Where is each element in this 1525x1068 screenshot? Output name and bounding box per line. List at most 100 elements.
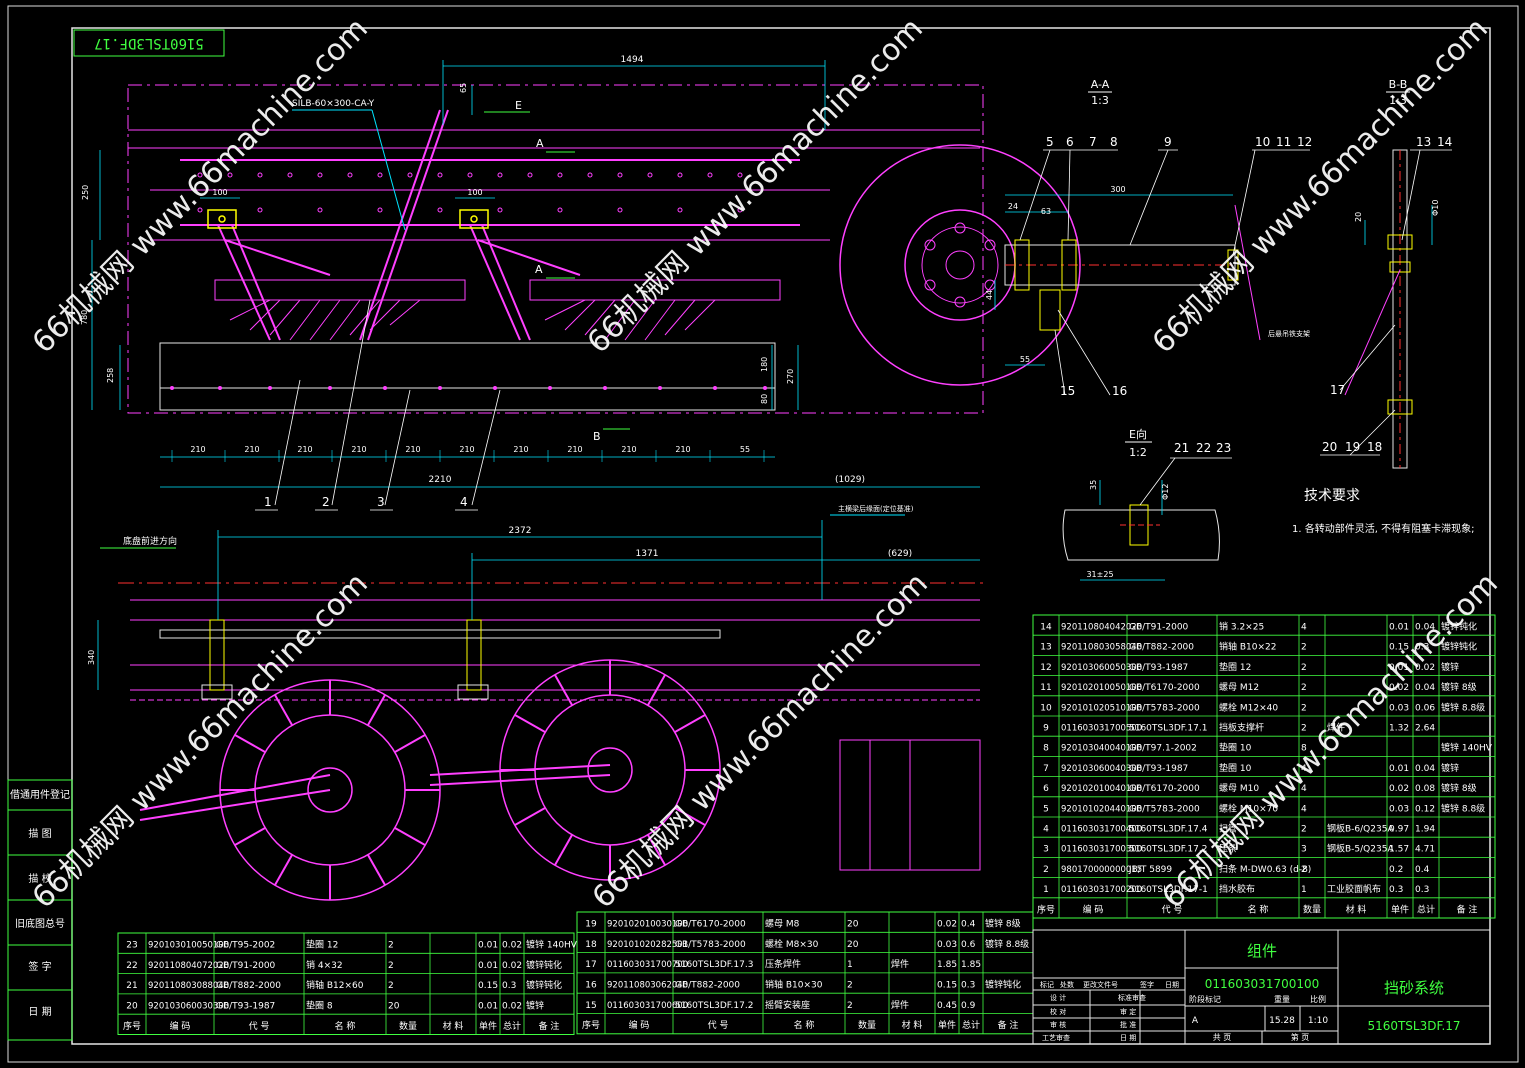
dim-210-6: 210 (459, 445, 474, 454)
tb-stage-hdr-3: 比例 (1310, 994, 1326, 1004)
bom-header: 总计 (503, 1020, 521, 1032)
bom-cell: 摇臂安装座 (765, 999, 810, 1011)
tech-title: 技术要求 (1304, 488, 1360, 504)
dim-210-8: 210 (567, 445, 582, 454)
callout-19: 19 (1345, 440, 1360, 454)
bom-cell: 1.94 (1415, 825, 1435, 835)
bom-cell: 8 (1043, 744, 1049, 754)
dim-300: 300 (1110, 185, 1125, 194)
callout-4: 4 (460, 495, 468, 509)
dim-20: 20 (1354, 212, 1363, 222)
bom-cell: 垫圈 12 (1219, 661, 1251, 673)
drawing-frame (71, 27, 1491, 1045)
bom-header: 备 注 (539, 1020, 560, 1032)
tb-weight: 15.28 (1269, 1016, 1295, 1026)
bom-header: 代 号 (249, 1021, 270, 1032)
callout-2: 2 (322, 495, 330, 509)
dim-210-1: 210 (190, 445, 205, 454)
tb-sign2-3: 批 准 (1120, 1020, 1136, 1029)
bom-cell: 0.3 (1415, 643, 1429, 653)
dim-44: 44 (985, 290, 994, 300)
callout-5: 5 (1046, 135, 1054, 149)
bom-cell: 0.45 (937, 1001, 957, 1011)
bom-cell: 0.3 (502, 981, 516, 991)
bom-cell: 销轴 B10×22 (1219, 641, 1276, 653)
bom-cell: 0.2 (1389, 865, 1403, 875)
tb-rev-3: 更改文件号 (1083, 980, 1118, 989)
bom-cell: 0.01 (1389, 663, 1409, 673)
bom-cell: 0.3 (1415, 885, 1429, 895)
bom-cell: 13 (1040, 643, 1051, 653)
bom-cell: GB/T93-1987 (1129, 663, 1188, 673)
bom-cell: 1.85 (937, 960, 957, 970)
bom-cell: 镀锌 8.8级 (1441, 802, 1485, 814)
bom-cell: 工业胶面帆布 (1327, 883, 1381, 895)
bom-cell: 焊件 (1327, 722, 1345, 734)
tb-sign-1: 设 计 (1050, 993, 1066, 1002)
tb-sign-2: 校 对 (1050, 1007, 1066, 1016)
rear-wheel (839, 144, 1081, 386)
bom-cell: 3 (1301, 845, 1307, 855)
bom-header: 备 注 (998, 1019, 1019, 1031)
bom-cell: 0.01 (1389, 623, 1409, 633)
dim-210-7: 210 (513, 445, 528, 454)
e-scale: 1:2 (1129, 446, 1147, 459)
bom-cell: 焊件 (891, 999, 909, 1011)
tb-rev-4: 签字 (1140, 980, 1154, 989)
bom-cell: 3 (1043, 845, 1049, 855)
callout-11: 11 (1276, 135, 1291, 149)
bom-cell: 0.15 (937, 981, 957, 991)
bom-cell: 15 (585, 1001, 596, 1011)
dim-63: 63 (1041, 207, 1051, 216)
tb-sign2-1: 标准审查 (1118, 993, 1146, 1002)
aa-scale: 1:3 (1091, 94, 1109, 107)
bom-cell: 镀锌 8级 (985, 918, 1021, 930)
bom-cell: 5160TSL3DF.17-1 (1129, 885, 1208, 895)
bom-cell: 压条焊件 (765, 958, 801, 970)
bom-cell: 0.01 (478, 1002, 498, 1012)
tb-sheets-2: 第 页 (1291, 1032, 1310, 1042)
tb-code: 011603031700100 (1205, 977, 1320, 991)
bom-table-left: 23 920103010050100GB/T95-2002 垫圈 12 2 0.01 0.… (117, 932, 578, 1035)
dim-270: 270 (786, 369, 795, 384)
bom-cell: 4 (1301, 623, 1307, 633)
dim-100-left: 100 (212, 188, 227, 197)
bom-cell: 垫圈 8 (306, 1000, 333, 1012)
bom-cell: 镀锌 140HV (526, 939, 578, 951)
bom-cell: GB/T882-2000 (675, 981, 740, 991)
bom-cell: 2.64 (1415, 724, 1435, 734)
bom-cell: 镀锌 140HV (1441, 742, 1493, 754)
tech-note-1: 1. 各转动部件灵活, 不得有阻塞卡滞现象; (1292, 522, 1474, 535)
bom-cell: 2 (1301, 724, 1307, 734)
callout-23: 23 (1216, 441, 1231, 455)
bb-title: B-B (1389, 78, 1408, 91)
bom-cell: GB/T91-2000 (1129, 623, 1189, 633)
bom-header: 数量 (1303, 903, 1321, 915)
bom-cell: 镀锌钝化 (1441, 641, 1477, 653)
bom-cell: 0.04 (1415, 683, 1435, 693)
bom-cell: 0.03 (1389, 804, 1409, 814)
bom-cell: 0.02 (1389, 784, 1409, 794)
bom-header: 单件 (938, 1019, 956, 1031)
callout-13: 13 (1416, 135, 1431, 149)
bom-cell: 垫圈 10 (1219, 742, 1252, 754)
bom-cell: GB/T6170-2000 (675, 920, 746, 930)
bom-cell: 扫管 (1219, 823, 1237, 835)
bom-cell: 4.71 (1415, 845, 1435, 855)
dim-629: (629) (888, 549, 912, 559)
bom-header: 编 码 (629, 1019, 650, 1031)
bom-cell: 螺栓 M8×30 (765, 938, 819, 950)
bom-cell: 2 (1301, 825, 1307, 835)
callout-10: 10 (1255, 135, 1270, 149)
tb-rev-5: 日期 (1165, 981, 1179, 989)
callout-14: 14 (1437, 135, 1452, 149)
bom-header: 单件 (1391, 903, 1409, 915)
dim-210-5: 210 (405, 445, 420, 454)
dim-1494: 1494 (621, 55, 644, 65)
callout-22: 22 (1196, 441, 1211, 455)
strip-2: 描 图 (28, 827, 51, 840)
left-strip: 借通用件登记 描 图 描 校 旧底图总号 签 字 日 期 (7, 779, 73, 1041)
bom-cell: GB/T6170-2000 (1129, 784, 1200, 794)
bom-cell: 0.15 (1389, 643, 1409, 653)
bom-cell: 镀锌 8.8级 (985, 938, 1029, 950)
